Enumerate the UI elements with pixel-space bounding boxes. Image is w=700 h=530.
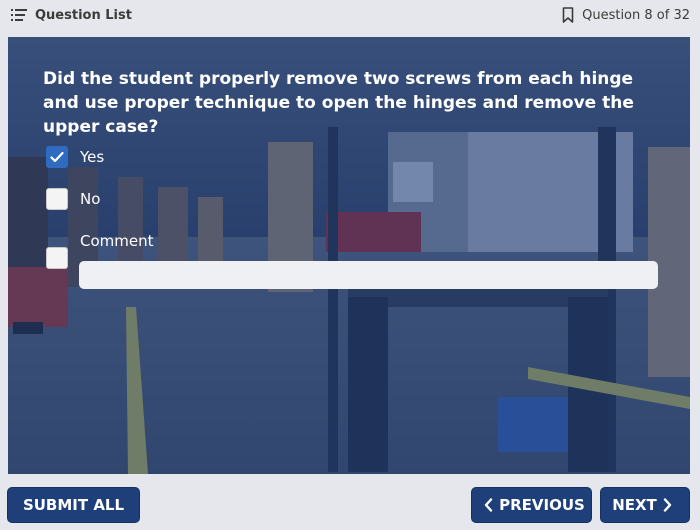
question-list-button[interactable]: Question List [11, 8, 132, 23]
comment-input[interactable] [79, 261, 658, 289]
option-label-no: No [80, 190, 101, 208]
checkbox-no[interactable] [46, 188, 68, 210]
submit-all-label: SUBMIT ALL [22, 496, 125, 514]
comment-label: Comment [80, 232, 154, 250]
option-comment[interactable] [46, 247, 68, 269]
question-counter: Question 8 of 32 [582, 7, 690, 23]
question-list-label: Question List [35, 7, 132, 23]
checkmark-icon [50, 151, 64, 163]
next-label: NEXT [612, 496, 657, 514]
option-label-yes: Yes [80, 148, 105, 166]
chevron-left-icon [484, 498, 493, 512]
question-text: Did the student properly remove two scre… [43, 69, 634, 137]
bookmark-icon[interactable] [562, 7, 574, 23]
previous-button[interactable]: PREVIOUS [471, 487, 592, 523]
option-no[interactable]: No [46, 188, 100, 210]
previous-label: PREVIOUS [499, 496, 585, 514]
option-yes[interactable]: Yes [46, 146, 104, 168]
checkbox-comment[interactable] [46, 247, 68, 269]
chevron-right-icon [663, 498, 672, 512]
list-icon [11, 8, 27, 22]
question-panel: Did the student properly remove two scre… [8, 37, 690, 474]
next-button[interactable]: NEXT [600, 487, 690, 523]
submit-all-button[interactable]: SUBMIT ALL [7, 487, 140, 523]
checkbox-yes[interactable] [46, 146, 68, 168]
top-bar: Question List Question 8 of 32 [0, 0, 700, 30]
